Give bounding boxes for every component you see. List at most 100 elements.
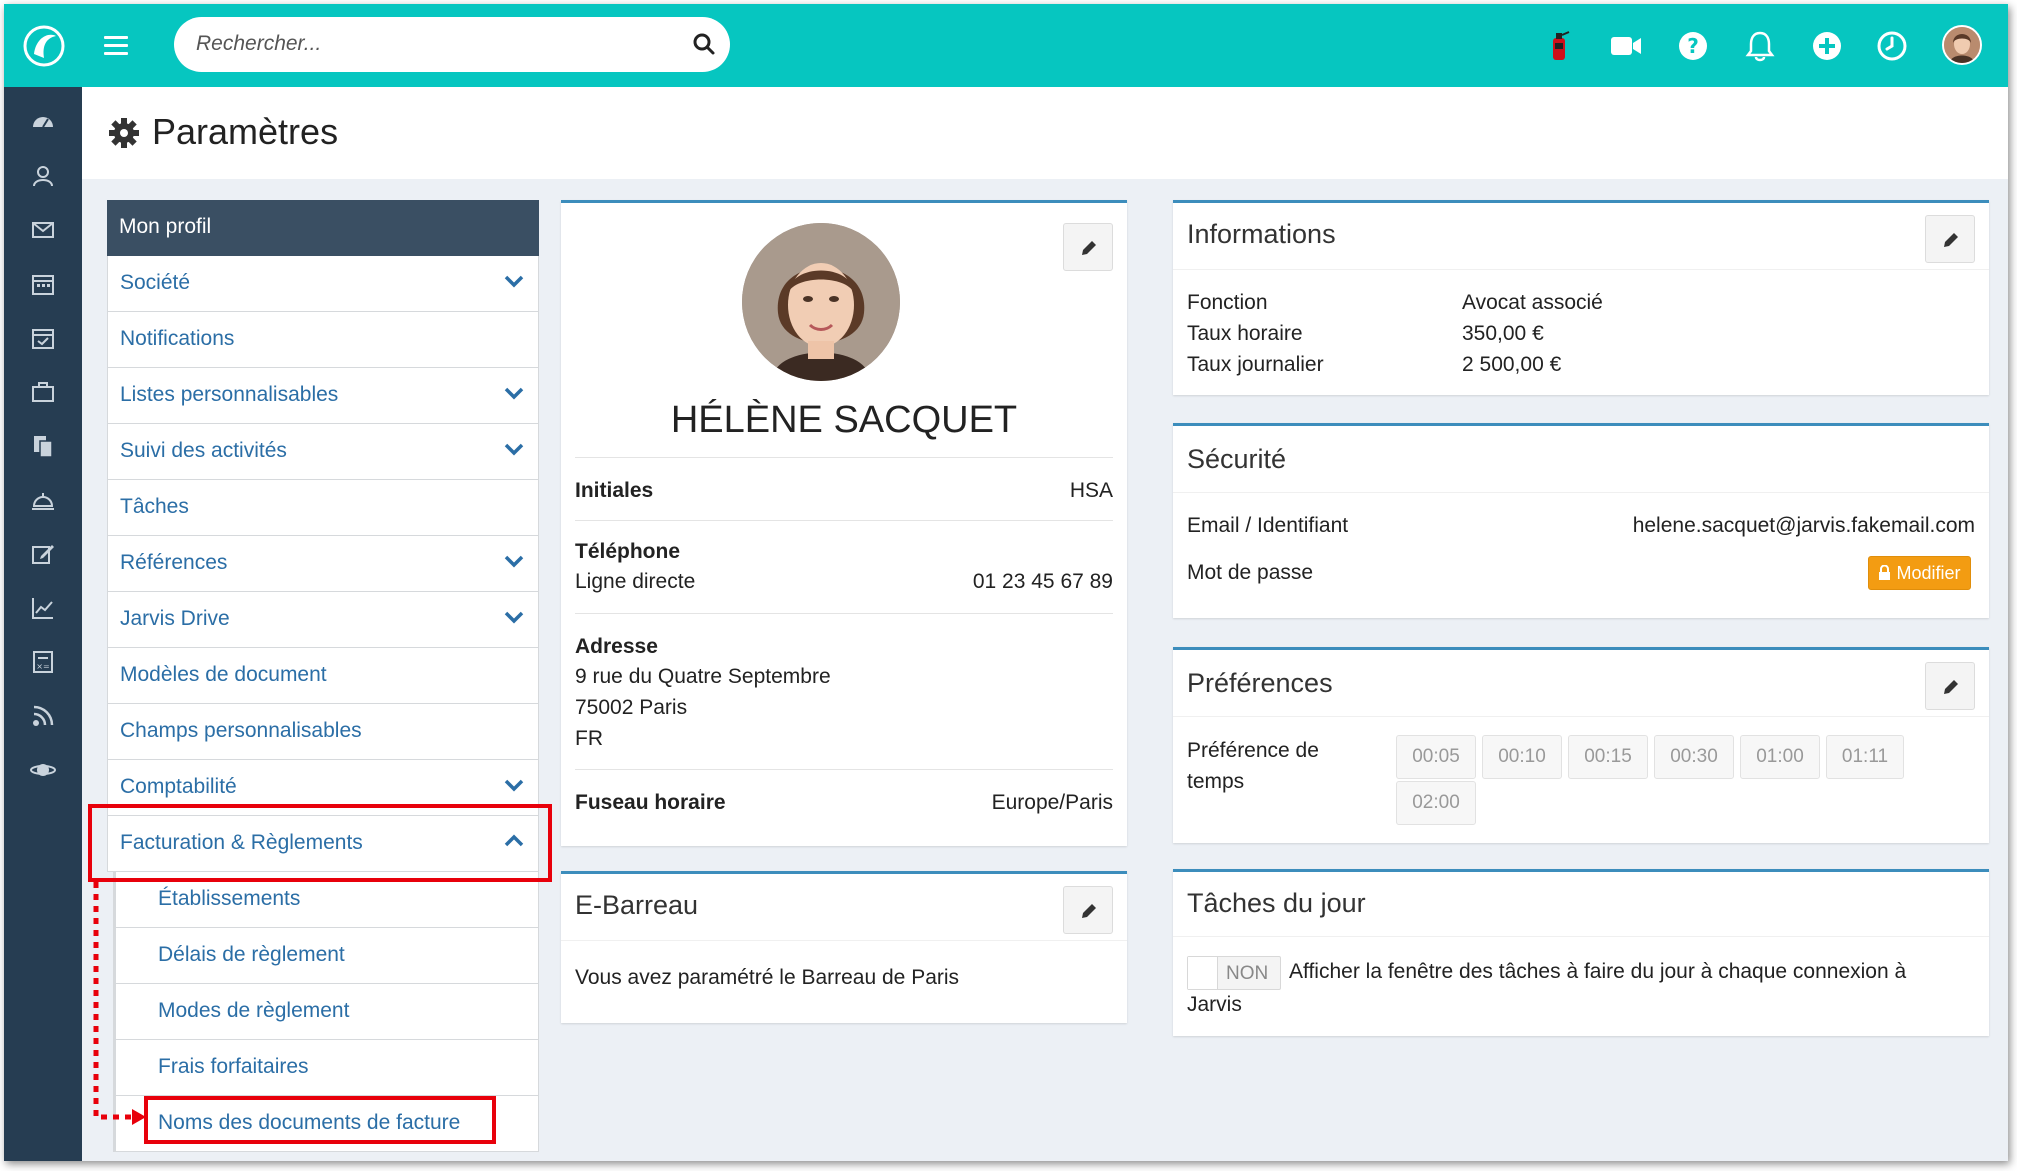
time-option[interactable]: 02:00 bbox=[1396, 781, 1476, 825]
ebarreau-title: E-Barreau bbox=[575, 890, 699, 920]
fire-extinguisher-icon[interactable] bbox=[1542, 29, 1576, 63]
time-option[interactable]: 00:05 bbox=[1396, 735, 1476, 779]
app-window: ? bbox=[4, 4, 2008, 1161]
plus-circle-icon[interactable] bbox=[1810, 29, 1844, 63]
edit-preferences-button[interactable] bbox=[1925, 662, 1975, 710]
edit-profile-button[interactable] bbox=[1063, 223, 1113, 271]
lock-icon bbox=[1879, 564, 1891, 580]
gear-icon bbox=[109, 118, 139, 148]
time-option[interactable]: 01:11 bbox=[1826, 735, 1904, 779]
taches-card: Tâches du jour NON Afficher la fenêtre d… bbox=[1173, 869, 1989, 1036]
documents-icon[interactable] bbox=[30, 433, 56, 459]
menu-item-champs[interactable]: Champs personnalisables bbox=[107, 704, 539, 760]
help-icon[interactable]: ? bbox=[1676, 29, 1710, 63]
time-option[interactable]: 00:30 bbox=[1654, 735, 1734, 779]
menu-icon[interactable] bbox=[104, 36, 128, 56]
menu-item-label: Jarvis Drive bbox=[120, 607, 230, 630]
menu-item-label: Société bbox=[120, 271, 191, 294]
calendar-icon[interactable] bbox=[30, 271, 56, 297]
timezone-value: Europe/Paris bbox=[991, 791, 1113, 814]
chart-icon[interactable] bbox=[30, 595, 56, 621]
ebarreau-card: E-Barreau Vous avez paramétré le Barreau… bbox=[561, 871, 1127, 1023]
taux-horaire-value: 350,00 € bbox=[1462, 322, 1544, 345]
modify-password-button[interactable]: Modifier bbox=[1868, 556, 1971, 590]
menu-item-facturation[interactable]: Facturation & Règlements bbox=[107, 816, 539, 872]
briefcase-icon[interactable] bbox=[30, 379, 56, 405]
planet-icon[interactable] bbox=[30, 757, 56, 783]
edit-ebarreau-button[interactable] bbox=[1063, 886, 1113, 934]
menu-item-label: Facturation & Règlements bbox=[120, 831, 363, 854]
informations-card: Informations Fonction Avocat associé Tau… bbox=[1173, 200, 1989, 395]
dashboard-icon[interactable] bbox=[30, 109, 56, 135]
time-pref-label-1: Préférence de bbox=[1187, 739, 1319, 762]
timezone-label: Fuseau horaire bbox=[575, 791, 726, 814]
page-title: Paramètres bbox=[152, 111, 339, 152]
search-icon[interactable] bbox=[692, 32, 716, 56]
chevron-down-icon bbox=[504, 275, 524, 288]
menu-item-comptabilite[interactable]: Comptabilité bbox=[107, 760, 539, 816]
pencil-icon bbox=[1944, 233, 1958, 247]
bell-icon[interactable] bbox=[1743, 29, 1777, 63]
taches-toggle[interactable]: NON bbox=[1187, 956, 1281, 990]
email-label: Email / Identifiant bbox=[1187, 514, 1349, 537]
clock-icon[interactable] bbox=[1875, 29, 1909, 63]
edit-icon[interactable] bbox=[30, 541, 56, 567]
toggle-label: NON bbox=[1226, 963, 1269, 984]
menu-item-societe[interactable]: Société bbox=[107, 256, 539, 312]
menu-item-suivi[interactable]: Suivi des activités bbox=[107, 424, 539, 480]
menu-item-notifications[interactable]: Notifications bbox=[107, 312, 539, 368]
phone-value: 01 23 45 67 89 bbox=[972, 570, 1113, 593]
fonction-label: Fonction bbox=[1187, 291, 1268, 314]
search-input[interactable] bbox=[196, 25, 666, 63]
preferences-title: Préférences bbox=[1187, 668, 1333, 698]
submenu-item-etablissements[interactable]: Établissements bbox=[113, 872, 539, 928]
page-header: Paramètres bbox=[82, 87, 2008, 179]
time-option[interactable]: 00:10 bbox=[1482, 735, 1562, 779]
taux-journalier-label: Taux journalier bbox=[1187, 353, 1324, 376]
chevron-down-icon bbox=[504, 779, 524, 792]
annotation-arrow bbox=[93, 882, 146, 1125]
time-option[interactable]: 00:15 bbox=[1568, 735, 1648, 779]
chevron-down-icon bbox=[504, 555, 524, 568]
svg-text:×=: ×= bbox=[36, 662, 49, 671]
rss-icon[interactable] bbox=[30, 703, 56, 729]
menu-item-jarvis-drive[interactable]: Jarvis Drive bbox=[107, 592, 539, 648]
menu-item-listes[interactable]: Listes personnalisables bbox=[107, 368, 539, 424]
menu-item-taches[interactable]: Tâches bbox=[107, 480, 539, 536]
settings-menu: Mon profil Société Notifications Listes … bbox=[107, 200, 539, 1152]
submenu-item-label: Frais forfaitaires bbox=[158, 1055, 309, 1078]
initials-value: HSA bbox=[1069, 479, 1113, 502]
submenu-item-delais[interactable]: Délais de règlement bbox=[113, 928, 539, 984]
profile-photo bbox=[742, 223, 900, 381]
user-avatar[interactable] bbox=[1942, 25, 1982, 65]
bell-service-icon[interactable] bbox=[30, 487, 56, 513]
submenu-item-frais[interactable]: Frais forfaitaires bbox=[113, 1040, 539, 1096]
chevron-down-icon bbox=[504, 443, 524, 456]
submenu-item-noms-documents[interactable]: Noms des documents de facture bbox=[113, 1096, 539, 1152]
video-camera-icon[interactable] bbox=[1609, 29, 1643, 63]
calculator-icon[interactable]: ×= bbox=[30, 649, 56, 675]
menu-item-modeles[interactable]: Modèles de document bbox=[107, 648, 539, 704]
submenu-item-label: Modes de règlement bbox=[158, 999, 350, 1022]
submenu-item-modes[interactable]: Modes de règlement bbox=[113, 984, 539, 1040]
mail-icon[interactable] bbox=[30, 217, 56, 243]
taches-text-1: Afficher la fenêtre des tâches à faire d… bbox=[1289, 960, 1907, 983]
initials-label: Initiales bbox=[575, 479, 654, 502]
left-rail: ×= bbox=[4, 87, 82, 1161]
taux-horaire-label: Taux horaire bbox=[1187, 322, 1303, 345]
logo-icon[interactable] bbox=[22, 24, 66, 68]
menu-item-label: Modèles de document bbox=[120, 663, 327, 686]
chevron-down-icon bbox=[504, 387, 524, 400]
submenu-item-label: Noms des documents de facture bbox=[158, 1111, 461, 1134]
menu-item-references[interactable]: Références bbox=[107, 536, 539, 592]
edit-informations-button[interactable] bbox=[1925, 215, 1975, 263]
calendar-check-icon[interactable] bbox=[30, 325, 56, 351]
pencil-icon bbox=[1082, 241, 1096, 255]
menu-item-label: Listes personnalisables bbox=[120, 383, 339, 406]
menu-item-label: Comptabilité bbox=[120, 775, 237, 798]
time-option[interactable]: 01:00 bbox=[1740, 735, 1820, 779]
top-bar: ? bbox=[4, 4, 2008, 87]
menu-item-mon-profil[interactable]: Mon profil bbox=[107, 200, 539, 256]
contacts-icon[interactable] bbox=[30, 163, 56, 189]
securite-title: Sécurité bbox=[1187, 444, 1287, 474]
